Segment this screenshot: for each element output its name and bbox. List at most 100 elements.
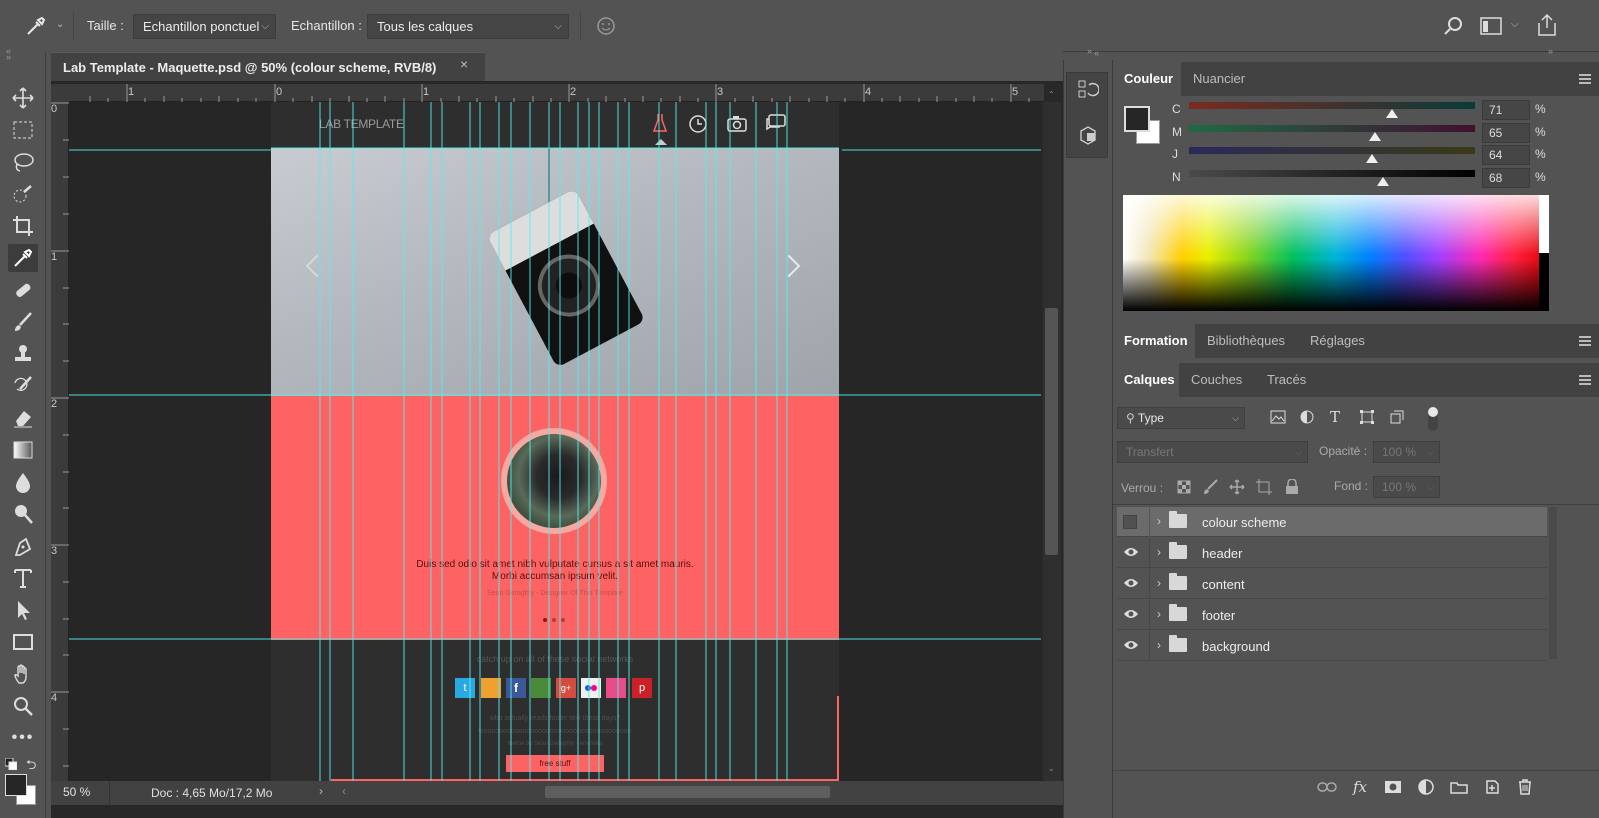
3d-panel-icon[interactable]: [1077, 125, 1099, 147]
expand-group-chevron-icon[interactable]: ›: [1157, 576, 1161, 590]
expand-group-chevron-icon[interactable]: ›: [1157, 545, 1161, 559]
tab-bibliotheques[interactable]: Bibliothèques: [1195, 324, 1298, 358]
new-layer-icon[interactable]: [1481, 778, 1503, 796]
slider-track[interactable]: [1189, 102, 1475, 109]
slider-thumb[interactable]: [1368, 132, 1381, 141]
slider-thumb[interactable]: [1377, 177, 1390, 186]
close-tab-icon[interactable]: ×: [460, 56, 468, 72]
rectangle-tool-icon[interactable]: [8, 628, 38, 656]
slider-thumb[interactable]: [1386, 109, 1399, 118]
zoom-level[interactable]: 50 %: [63, 785, 90, 799]
document-tab[interactable]: Lab Template - Maquette.psd @ 50% (colou…: [51, 52, 485, 81]
layer-filter-select[interactable]: ⚲ Type ⌵: [1117, 407, 1245, 429]
workspace-chevron-icon[interactable]: ⌵: [1511, 19, 1519, 30]
sample-select[interactable]: Tous les calques ⌵: [367, 14, 569, 39]
filter-smart-object-icon[interactable]: [1390, 410, 1404, 424]
collapse-right-icon[interactable]: »: [1548, 46, 1553, 56]
filter-shape-icon[interactable]: [1360, 410, 1374, 424]
slider-value-input[interactable]: 68: [1482, 168, 1530, 188]
layer-name[interactable]: footer: [1202, 608, 1235, 623]
spectrum-black-white-bar[interactable]: [1539, 195, 1549, 311]
scroll-left-icon[interactable]: ‹: [342, 784, 346, 798]
horizontal-scroll-thumb[interactable]: [545, 786, 830, 798]
layers-scrollbar[interactable]: [1549, 507, 1557, 659]
history-panel-icon[interactable]: [1077, 79, 1099, 101]
scroll-down-icon[interactable]: ⌄: [1048, 764, 1055, 773]
lock-artboard-icon[interactable]: [1256, 479, 1272, 495]
tab-calques[interactable]: Calques: [1113, 363, 1179, 397]
eye-icon[interactable]: [1123, 577, 1139, 591]
new-adjustment-layer-icon[interactable]: [1415, 778, 1437, 796]
filter-pixel-icon[interactable]: [1270, 410, 1286, 424]
crop-tool-icon[interactable]: [8, 212, 38, 240]
horizontal-ruler[interactable]: 1 0 1 2 3 4 5: [69, 84, 1044, 102]
lock-position-icon[interactable]: [1229, 479, 1245, 495]
slider-thumb[interactable]: [1366, 154, 1379, 163]
slider-value-input[interactable]: 64: [1482, 145, 1530, 165]
default-colors-icon[interactable]: [5, 758, 17, 770]
opacity-input[interactable]: 100 % ⌵: [1373, 441, 1440, 463]
canvas[interactable]: LAB TEMPLATE Duis sed odio sit amet nibh…: [69, 102, 1041, 781]
blend-mode-select[interactable]: Transfert ⌵: [1117, 441, 1308, 463]
document-size-info[interactable]: Doc : 4,65 Mo/17,2 Mo: [151, 786, 272, 800]
ruler-corner[interactable]: [51, 84, 69, 102]
share-icon[interactable]: [1536, 13, 1558, 37]
eye-icon[interactable]: [1123, 608, 1139, 622]
tool-preset-chevron-icon[interactable]: ⌄: [56, 19, 64, 30]
more-tools-icon[interactable]: •••: [8, 724, 38, 752]
slider-track[interactable]: [1189, 147, 1475, 154]
expand-panels-icon[interactable]: «: [1094, 48, 1099, 58]
path-selection-tool-icon[interactable]: [8, 596, 38, 624]
tab-formation[interactable]: Formation: [1113, 324, 1195, 358]
stamp-tool-icon[interactable]: [8, 340, 38, 368]
slider-track[interactable]: [1189, 125, 1475, 132]
dodge-tool-icon[interactable]: [8, 500, 38, 528]
layer-name[interactable]: colour scheme: [1202, 515, 1287, 530]
panel-menu-icon[interactable]: [1579, 375, 1591, 385]
layer-name[interactable]: content: [1202, 577, 1245, 592]
history-brush-tool-icon[interactable]: [8, 372, 38, 400]
expand-group-chevron-icon[interactable]: ›: [1157, 638, 1161, 652]
add-mask-icon[interactable]: [1382, 778, 1404, 796]
tab-couleur[interactable]: Couleur: [1113, 62, 1181, 96]
lock-all-icon[interactable]: [1285, 479, 1299, 495]
expand-group-chevron-icon[interactable]: ›: [1157, 514, 1161, 528]
collapse-arrows-icon[interactable]: »: [1087, 46, 1092, 56]
eye-icon[interactable]: [1123, 546, 1139, 560]
lock-pixels-icon[interactable]: [1203, 479, 1219, 495]
scroll-up-icon[interactable]: ⌃: [1048, 90, 1055, 99]
blur-tool-icon[interactable]: [8, 468, 38, 496]
layer-row-header[interactable]: › header: [1117, 538, 1547, 568]
panel-menu-icon[interactable]: [1579, 74, 1591, 84]
vertical-ruler[interactable]: 0 1 2 3 4: [51, 102, 69, 782]
panel-collapse-icon[interactable]: «: [6, 46, 11, 56]
layer-style-fx-icon[interactable]: fx: [1349, 778, 1371, 796]
foreground-color-swatch[interactable]: [5, 774, 27, 796]
lock-transparency-icon[interactable]: [1177, 480, 1191, 494]
tab-nuancier[interactable]: Nuancier: [1181, 62, 1261, 96]
quick-selection-tool-icon[interactable]: [8, 180, 38, 208]
slider-value-input[interactable]: 65: [1482, 123, 1530, 143]
expand-group-chevron-icon[interactable]: ›: [1157, 607, 1161, 621]
panel-menu-icon[interactable]: [1579, 336, 1591, 346]
layer-row-footer[interactable]: › footer: [1117, 600, 1547, 630]
filter-toggle[interactable]: [1428, 407, 1438, 431]
new-group-icon[interactable]: [1448, 778, 1470, 796]
pen-tool-icon[interactable]: [8, 532, 38, 560]
layer-row-colour-scheme[interactable]: › colour scheme: [1117, 507, 1547, 537]
foreground-color-swatch[interactable]: [1124, 106, 1150, 132]
visibility-toggle-off[interactable]: [1123, 515, 1137, 529]
tab-traces[interactable]: Tracés: [1255, 363, 1321, 397]
size-select[interactable]: Echantillon ponctuel ⌵: [133, 14, 276, 39]
zoom-tool-icon[interactable]: [8, 692, 38, 720]
lasso-tool-icon[interactable]: [8, 148, 38, 176]
workspace-icon[interactable]: [1480, 17, 1502, 35]
type-tool-icon[interactable]: [8, 564, 38, 592]
eye-icon[interactable]: [1123, 639, 1139, 653]
slider-value-input[interactable]: 71: [1482, 100, 1530, 120]
eraser-tool-icon[interactable]: [8, 404, 38, 432]
vertical-scroll-thumb[interactable]: [1045, 308, 1058, 555]
tab-reglages[interactable]: Réglages: [1298, 324, 1378, 358]
marquee-tool-icon[interactable]: [8, 116, 38, 144]
gradient-tool-icon[interactable]: [8, 436, 38, 464]
